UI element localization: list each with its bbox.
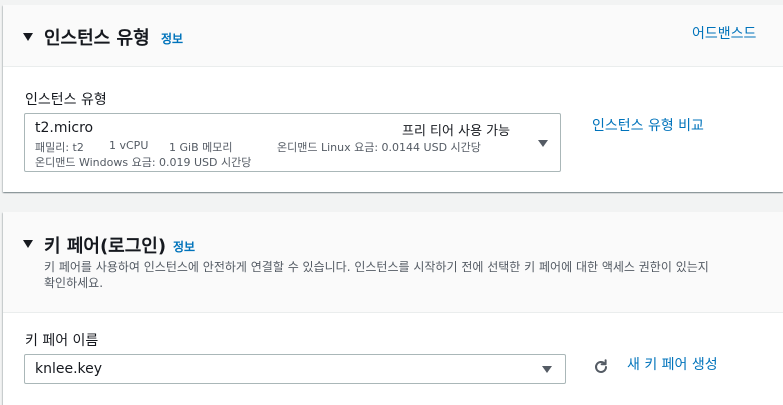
advanced-link[interactable]: 어드밴스드 <box>692 23 756 43</box>
key-pair-selected-value: knlee.key <box>35 361 103 377</box>
instance-type-panel: 인스턴스 유형 정보 어드밴스드 인스턴스 유형 t2.micro 프리 티어 … <box>3 5 783 192</box>
dropdown-arrow-icon <box>538 140 548 147</box>
free-tier-badge: 프리 티어 사용 가능 <box>402 124 511 139</box>
key-pair-select[interactable]: knlee.key <box>24 354 566 384</box>
instance-memory: 1 GiB 메모리 <box>169 141 233 154</box>
instance-vcpu: 1 vCPU <box>109 139 149 152</box>
key-pair-info-link[interactable]: 정보 <box>173 238 195 255</box>
create-key-pair-link[interactable]: 새 키 페어 생성 <box>627 354 718 374</box>
instance-type-name: t2.micro <box>35 120 94 136</box>
key-pair-name-label: 키 페어 이름 <box>25 333 99 349</box>
instance-type-info-link[interactable]: 정보 <box>161 30 183 47</box>
instance-type-header[interactable]: 인스턴스 유형 정보 어드밴스드 <box>3 5 783 67</box>
caret-down-icon[interactable] <box>23 33 33 41</box>
windows-price: 온디맨드 Windows 요금: 0.019 USD 시간당 <box>35 156 252 169</box>
key-pair-panel: 키 페어(로그인) 정보 키 페어를 사용하여 인스턴스에 안전하게 연결할 수… <box>3 212 783 405</box>
caret-down-icon[interactable] <box>23 240 33 248</box>
instance-type-title: 인스턴스 유형 <box>44 28 150 49</box>
description-line-2: 확인하세요. <box>44 276 104 290</box>
key-pair-title: 키 페어(로그인) <box>44 236 167 257</box>
dropdown-arrow-icon <box>542 366 552 373</box>
refresh-icon[interactable] <box>592 358 610 376</box>
compare-instance-types-link[interactable]: 인스턴스 유형 비교 <box>592 115 704 135</box>
linux-price: 온디맨드 Linux 요금: 0.0144 USD 시간당 <box>277 141 481 154</box>
instance-type-select[interactable]: t2.micro 프리 티어 사용 가능 패밀리: t2 1 vCPU 1 Gi… <box>24 113 561 172</box>
description-line-1: 키 페어를 사용하여 인스턴스에 안전하게 연결할 수 있습니다. 인스턴스를 … <box>44 260 709 274</box>
key-pair-header[interactable]: 키 페어(로그인) 정보 키 페어를 사용하여 인스턴스에 안전하게 연결할 수… <box>3 212 783 313</box>
instance-type-field-label: 인스턴스 유형 <box>25 92 107 108</box>
instance-family: 패밀리: t2 <box>35 141 84 154</box>
key-pair-description: 키 페어를 사용하여 인스턴스에 안전하게 연결할 수 있습니다. 인스턴스를 … <box>44 259 779 291</box>
